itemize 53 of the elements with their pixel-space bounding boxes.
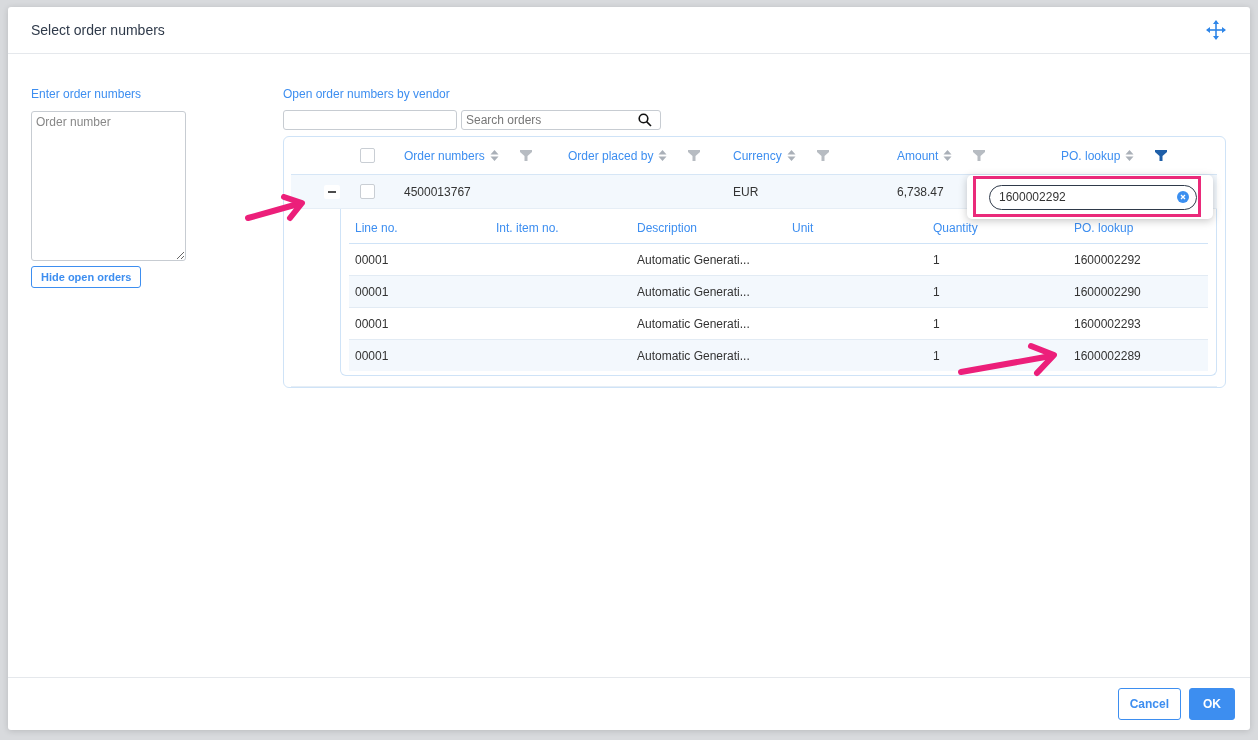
table-cell: 1600002293: [1074, 316, 1141, 331]
clear-icon[interactable]: [1177, 191, 1189, 203]
column-header: Unit: [792, 220, 814, 235]
checkbox[interactable]: [360, 184, 375, 199]
column-header: Quantity: [933, 220, 978, 235]
column-header: PO. lookup: [1074, 220, 1134, 235]
table-cell: 00001: [355, 252, 389, 267]
collapse-icon[interactable]: [323, 184, 340, 199]
sort-icon[interactable]: [489, 149, 499, 162]
search-field[interactable]: Search orders: [461, 110, 661, 130]
filter-input-field[interactable]: 1600002292: [989, 184, 1197, 210]
sort-icon[interactable]: [1125, 149, 1135, 162]
table-cell: 1: [933, 252, 940, 267]
table-cell: 1: [933, 316, 940, 331]
table-cell: 1600002289: [1074, 348, 1141, 363]
move-icon[interactable]: [1205, 19, 1227, 41]
column-header: Line no.: [355, 220, 398, 235]
sort-icon[interactable]: [658, 149, 668, 162]
table-cell: 6,738.47: [897, 184, 944, 199]
table-cell: 00001: [355, 316, 389, 331]
table-cell: Automatic Generati...: [637, 252, 750, 267]
table-cell: 1: [933, 348, 940, 363]
column-header[interactable]: Order numbers: [404, 148, 485, 163]
sort-icon[interactable]: [943, 149, 953, 162]
search-icon[interactable]: [638, 113, 652, 127]
column-header[interactable]: Amount: [897, 148, 939, 163]
hide-open-orders-button[interactable]: Hide open orders: [31, 266, 142, 288]
table-cell: 00001: [355, 348, 389, 363]
table-cell: 1600002290: [1074, 284, 1141, 299]
table-cell: Automatic Generati...: [637, 348, 750, 363]
section-heading: Enter order numbers: [31, 87, 142, 103]
sort-icon[interactable]: [786, 149, 796, 162]
ok-button[interactable]: OK: [1189, 688, 1235, 720]
column-header: Int. item no.: [496, 220, 559, 235]
column-header[interactable]: Currency: [733, 148, 782, 163]
column-header[interactable]: Order placed by: [568, 148, 654, 163]
table-cell: 1600002292: [1074, 252, 1141, 267]
table-cell: 00001: [355, 284, 389, 299]
column-header: Description: [637, 220, 698, 235]
annotation-arrow: [244, 194, 308, 224]
filter-icon[interactable]: [1155, 150, 1168, 161]
table-cell: EUR: [733, 184, 759, 199]
cancel-button[interactable]: Cancel: [1117, 688, 1181, 720]
filter-field[interactable]: [283, 110, 457, 130]
dialog-title: Select order numbers: [31, 22, 165, 38]
section-heading: Open order numbers by vendor: [283, 87, 451, 103]
table-cell: Automatic Generati...: [637, 284, 750, 299]
order-number-field[interactable]: Order number: [31, 111, 186, 261]
table-cell: 1: [933, 284, 940, 299]
checkbox[interactable]: [360, 148, 375, 163]
table-cell: Automatic Generati...: [637, 316, 750, 331]
column-header[interactable]: PO. lookup: [1061, 148, 1121, 163]
table-cell: 4500013767: [404, 184, 471, 199]
